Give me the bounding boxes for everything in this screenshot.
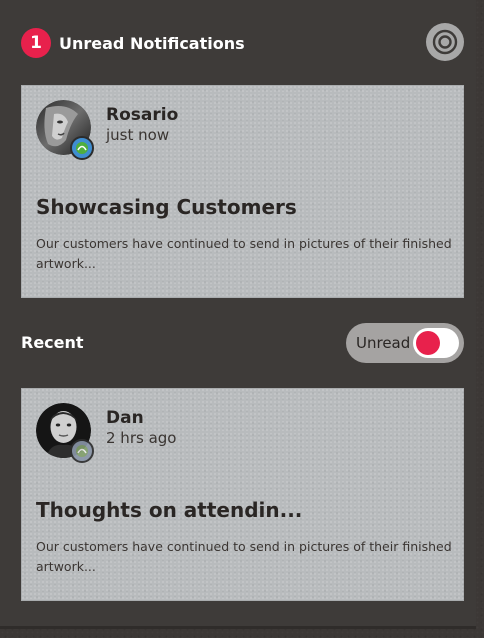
notification-title: Showcasing Customers [36, 195, 297, 219]
toggle-switch[interactable] [413, 328, 459, 358]
notifications-panel: 1 Unread Notifications Rosario just now … [0, 0, 476, 629]
author-name: Dan [106, 408, 144, 428]
timestamp: 2 hrs ago [106, 429, 177, 447]
settings-button[interactable] [426, 23, 464, 61]
notification-title: Thoughts on attendin... [36, 498, 303, 522]
avatar [36, 100, 94, 160]
notifications-header: 1 Unread Notifications [21, 26, 464, 60]
notification-preview: Our customers have continued to send in … [36, 539, 452, 574]
avatar [36, 403, 94, 463]
author-name: Rosario [106, 105, 179, 125]
notification-card[interactable]: Dan 2 hrs ago Thoughts on attendin... Ou… [21, 388, 464, 601]
unread-count-badge: 1 [21, 28, 51, 58]
notification-card[interactable]: Rosario just now Showcasing Customers Ou… [21, 85, 464, 298]
recent-section-label: Recent [21, 333, 84, 352]
toggle-label: Unread [356, 334, 411, 352]
target-settings-icon [432, 29, 458, 55]
toggle-knob [416, 331, 440, 355]
unread-filter-toggle[interactable]: Unread [346, 323, 464, 363]
header-title: Unread Notifications [59, 33, 245, 53]
notification-preview: Our customers have continued to send in … [36, 236, 452, 271]
timestamp: just now [106, 126, 170, 144]
source-logo-icon [70, 136, 94, 160]
source-logo-icon [70, 439, 94, 463]
